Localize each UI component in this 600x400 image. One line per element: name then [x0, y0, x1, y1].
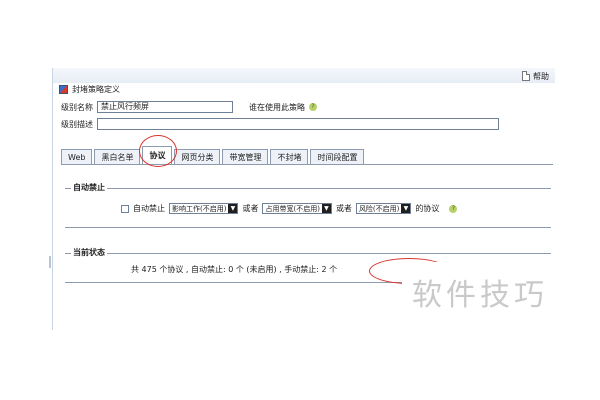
level-desc-row: 级别描述	[61, 118, 499, 130]
tab-bar: Web 黑白名单 协议 网页分类 带宽管理 不封堵 时间段配置	[61, 146, 366, 164]
help-doc-icon	[522, 71, 530, 81]
or-label-1: 或者	[242, 204, 259, 213]
dropdown-arrow-icon: ▼	[401, 204, 411, 213]
who-uses-link[interactable]: 谁在使用此策略	[249, 102, 305, 113]
dropdown-arrow-icon: ▼	[321, 204, 331, 213]
auto-block-checkbox[interactable]	[121, 204, 129, 213]
tab-blackwhite-list[interactable]: 黑白名单	[94, 149, 141, 164]
risk-value: 风险(不启用)	[358, 204, 400, 213]
window-title: 封堵策略定义	[72, 84, 120, 94]
help-question-icon[interactable]: ?	[449, 204, 458, 213]
annotation-circle-tab	[139, 135, 177, 167]
watermark-text: 软件技巧	[412, 278, 548, 313]
help-label: 帮助	[533, 71, 549, 81]
bandwidth-usage-value: 占用带宽(不启用)	[265, 204, 320, 213]
tab-no-block[interactable]: 不封堵	[270, 149, 309, 164]
top-toolbar: 帮助	[53, 68, 555, 83]
level-name-label: 级别名称	[61, 102, 93, 112]
level-name-row: 级别名称 禁止风行频屏 谁在使用此策略 ?	[61, 101, 317, 113]
level-name-input[interactable]: 禁止风行频屏	[97, 101, 233, 113]
work-impact-select[interactable]: 影响工作(不启用) ▼	[169, 203, 239, 214]
status-row: 共 475 个协议 , 自动禁止: 0 个 (未启用) , 手动禁止: 2 个	[131, 264, 337, 275]
status-text: 共 475 个协议 , 自动禁止: 0 个 (未启用) , 手动禁止: 2 个	[131, 265, 338, 274]
tab-web-category[interactable]: 网页分类	[174, 149, 221, 164]
level-desc-label: 级别描述	[61, 119, 93, 129]
tab-divider	[61, 164, 553, 165]
tab-time-config[interactable]: 时间段配置	[310, 149, 365, 164]
bandwidth-usage-select[interactable]: 占用带宽(不启用) ▼	[262, 203, 332, 214]
help-question-icon[interactable]: ?	[309, 103, 317, 111]
window-titlebar: 封堵策略定义	[53, 82, 555, 96]
tab-bandwidth[interactable]: 带宽管理	[222, 149, 269, 164]
app-icon	[59, 84, 68, 94]
help-button[interactable]: 帮助	[522, 70, 549, 82]
current-status-title: 当前状态	[71, 247, 107, 258]
auto-block-title: 自动禁止	[71, 182, 107, 193]
left-edge-marker	[49, 256, 51, 268]
level-desc-input[interactable]	[97, 118, 499, 130]
dropdown-arrow-icon: ▼	[228, 204, 238, 213]
risk-select[interactable]: 风险(不启用) ▼	[355, 203, 412, 214]
or-label-2: 或者	[335, 204, 352, 213]
tab-web[interactable]: Web	[61, 149, 93, 164]
protocol-suffix-label: 的协议	[415, 204, 440, 213]
auto-block-row: 自动禁止 影响工作(不启用) ▼ 或者 占用带宽(不启用) ▼ 或者 风险(不启…	[121, 203, 458, 214]
auto-block-checkbox-label: 自动禁止	[133, 204, 165, 213]
work-impact-value: 影响工作(不启用)	[172, 204, 227, 213]
auto-block-group: 自动禁止 自动禁止 影响工作(不启用) ▼ 或者 占用带宽(不启用) ▼ 或者 …	[65, 182, 551, 228]
